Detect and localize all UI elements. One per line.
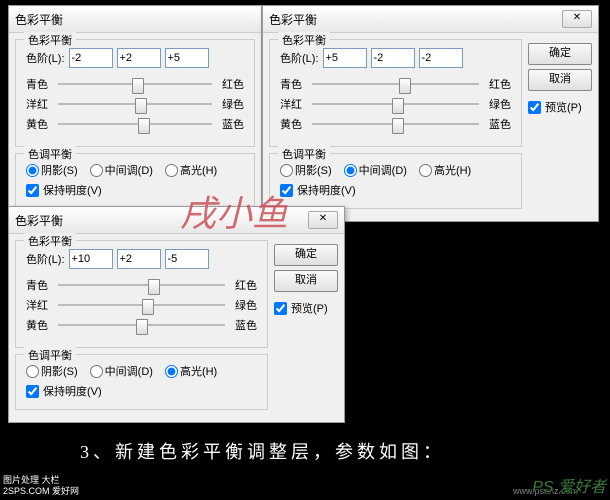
tone-balance-group: 色调平衡 阴影(S) 中间调(D) 高光(H) 保持明度(V) (269, 153, 522, 209)
preserve-lum-label: 保持明度(V) (297, 182, 356, 198)
color-balance-dialog-3: 色彩平衡 ✕ 色彩平衡 色阶(L): 青色 红色 洋红 绿色 黄色 蓝色 色调平衡 阴… (8, 206, 345, 423)
midtones-radio[interactable]: 中间调(D) (344, 162, 407, 178)
green-label: 绿色 (483, 96, 511, 112)
level-input-2[interactable] (371, 48, 415, 68)
shadows-radio[interactable]: 阴影(S) (280, 162, 332, 178)
levels-label: 色阶(L): (26, 50, 65, 66)
titlebar[interactable]: 色彩平衡 ✕ (263, 6, 598, 33)
shadows-radio[interactable]: 阴影(S) (26, 363, 78, 379)
level-input-1[interactable] (69, 48, 113, 68)
level-input-2[interactable] (117, 249, 161, 269)
color-balance-group: 色彩平衡 色阶(L): 青色红色 洋红绿色 黄色蓝色 (15, 39, 255, 147)
cyan-red-slider[interactable] (58, 77, 212, 91)
yellow-blue-slider[interactable] (58, 318, 225, 332)
yellow-blue-slider[interactable] (312, 117, 479, 131)
cyan-red-slider[interactable] (58, 278, 225, 292)
highlights-radio[interactable]: 高光(H) (165, 363, 217, 379)
step-caption: 3、新建色彩平衡调整层，参数如图： (80, 438, 445, 464)
tone-balance-group: 色调平衡 阴影(S) 中间调(D) 高光(H) 保持明度(V) (15, 354, 268, 410)
magenta-green-slider[interactable] (312, 97, 479, 111)
level-input-3[interactable] (165, 249, 209, 269)
highlights-radio[interactable]: 高光(H) (419, 162, 471, 178)
watermark-box: 图片处理 大栏 2SPS.COM 爱好网 (3, 475, 79, 497)
preview-checkbox[interactable] (274, 302, 287, 315)
preview-label: 预览(P) (291, 300, 328, 316)
level-input-3[interactable] (165, 48, 209, 68)
watermark-logo: PS 爱好者 (532, 473, 606, 497)
cyan-red-slider[interactable] (312, 77, 479, 91)
group-title: 色调平衡 (24, 347, 76, 363)
close-button[interactable]: ✕ (308, 211, 338, 229)
color-balance-dialog-2: 色彩平衡 ✕ 色彩平衡 色阶(L): 青色 红色 洋红 绿色 黄色 蓝色 色调平衡 阴… (262, 5, 599, 222)
red-label: 红色 (216, 76, 244, 92)
color-balance-dialog-1: 色彩平衡 色彩平衡 色阶(L): 青色 红色 洋红 绿色 黄色 蓝色 色调平衡 阴影(… (8, 5, 262, 222)
preserve-luminosity-checkbox[interactable] (26, 184, 39, 197)
cancel-button[interactable]: 取消 (528, 69, 592, 91)
preserve-luminosity-checkbox[interactable] (26, 385, 39, 398)
levels-label: 色阶(L): (280, 50, 319, 66)
levels-label: 色阶(L): (26, 251, 65, 267)
blue-label: 蓝色 (229, 317, 257, 333)
preserve-lum-label: 保持明度(V) (43, 182, 102, 198)
highlights-radio[interactable]: 高光(H) (165, 162, 217, 178)
red-label: 红色 (229, 277, 257, 293)
cyan-label: 青色 (26, 277, 54, 293)
blue-label: 蓝色 (483, 116, 511, 132)
preview-checkbox[interactable] (528, 101, 541, 114)
ok-button[interactable]: 确定 (274, 244, 338, 266)
color-balance-group: 色彩平衡 色阶(L): 青色红色 洋红绿色 黄色蓝色 (269, 39, 522, 147)
magenta-green-slider[interactable] (58, 97, 212, 111)
blue-label: 蓝色 (216, 116, 244, 132)
group-title: 色调平衡 (24, 146, 76, 162)
group-title: 色调平衡 (278, 146, 330, 162)
magenta-label: 洋红 (280, 96, 308, 112)
yellow-label: 黄色 (280, 116, 308, 132)
green-label: 绿色 (216, 96, 244, 112)
dialog-title: 色彩平衡 (15, 212, 63, 229)
dialog-title: 色彩平衡 (269, 11, 317, 28)
tone-balance-group: 色调平衡 阴影(S) 中间调(D) 高光(H) 保持明度(V) (15, 153, 255, 209)
group-title: 色彩平衡 (24, 233, 76, 249)
shadows-radio[interactable]: 阴影(S) (26, 162, 78, 178)
close-button[interactable]: ✕ (562, 10, 592, 28)
green-label: 绿色 (229, 297, 257, 313)
group-title: 色彩平衡 (278, 32, 330, 48)
red-label: 红色 (483, 76, 511, 92)
cancel-button[interactable]: 取消 (274, 270, 338, 292)
preserve-luminosity-checkbox[interactable] (280, 184, 293, 197)
preview-label: 预览(P) (545, 99, 582, 115)
magenta-green-slider[interactable] (58, 298, 225, 312)
level-input-3[interactable] (419, 48, 463, 68)
cyan-label: 青色 (26, 76, 54, 92)
yellow-blue-slider[interactable] (58, 117, 212, 131)
dialog-title: 色彩平衡 (15, 11, 63, 28)
level-input-1[interactable] (323, 48, 367, 68)
ok-button[interactable]: 确定 (528, 43, 592, 65)
midtones-radio[interactable]: 中间调(D) (90, 162, 153, 178)
titlebar[interactable]: 色彩平衡 ✕ (9, 207, 344, 234)
magenta-label: 洋红 (26, 297, 54, 313)
yellow-label: 黄色 (26, 116, 54, 132)
titlebar[interactable]: 色彩平衡 (9, 6, 261, 33)
preserve-lum-label: 保持明度(V) (43, 383, 102, 399)
magenta-label: 洋红 (26, 96, 54, 112)
color-balance-group: 色彩平衡 色阶(L): 青色红色 洋红绿色 黄色蓝色 (15, 240, 268, 348)
midtones-radio[interactable]: 中间调(D) (90, 363, 153, 379)
level-input-2[interactable] (117, 48, 161, 68)
group-title: 色彩平衡 (24, 32, 76, 48)
level-input-1[interactable] (69, 249, 113, 269)
yellow-label: 黄色 (26, 317, 54, 333)
cyan-label: 青色 (280, 76, 308, 92)
